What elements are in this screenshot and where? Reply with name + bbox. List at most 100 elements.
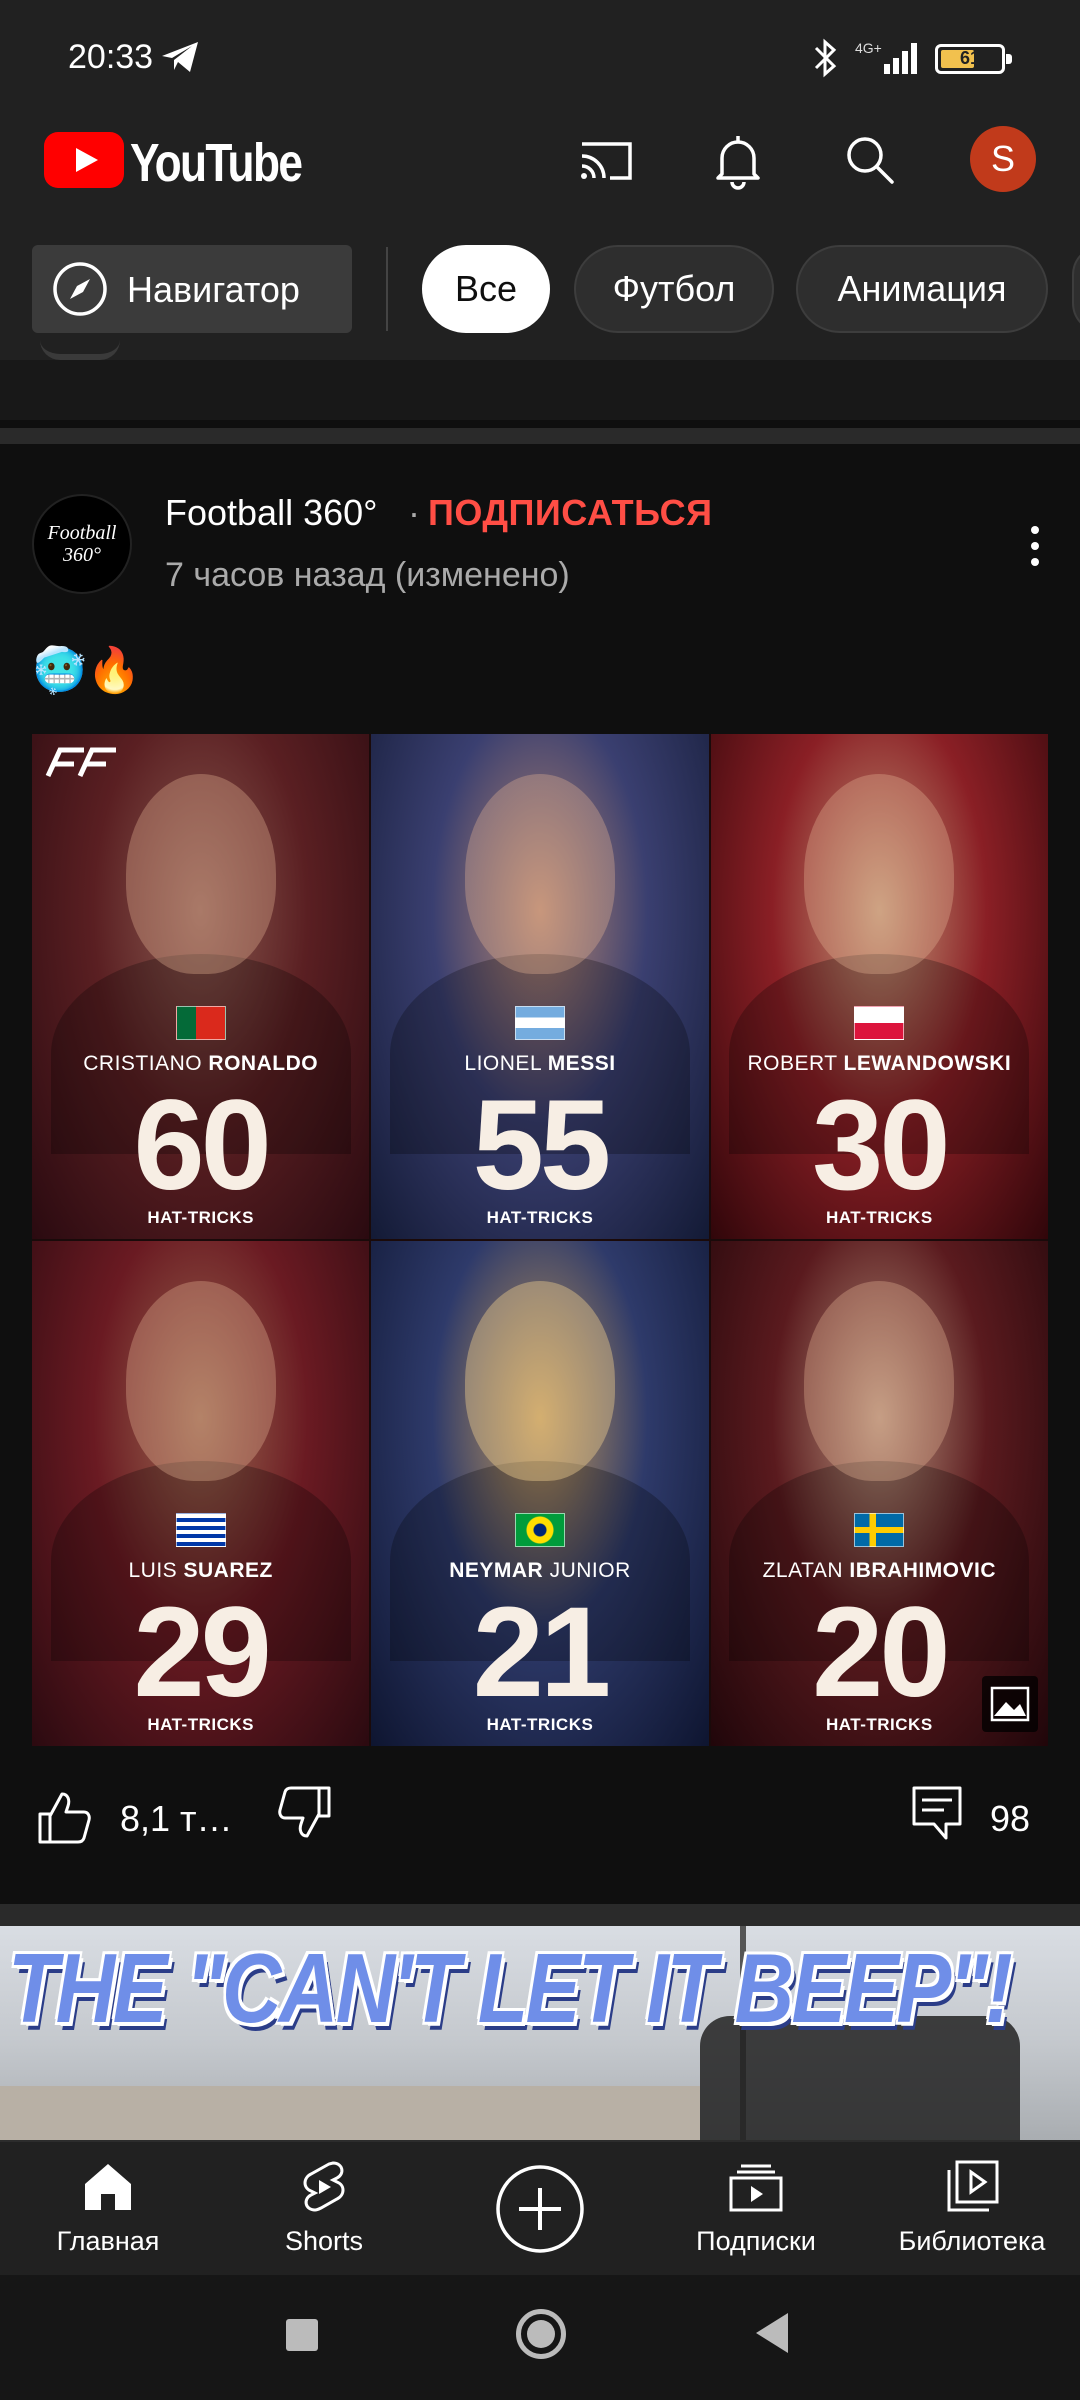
nav-library-label: Библиотека [898, 2226, 1046, 2256]
back-icon[interactable] [756, 2313, 788, 2353]
hat-tricks-caption: HAT-TRICKS [147, 1715, 254, 1734]
feed-separator [0, 1904, 1080, 1926]
player-hat-trick-count: 60 [133, 1074, 271, 1217]
comment-icon[interactable] [910, 1784, 964, 1842]
post-actions: 8,1 т… 98 [0, 1774, 1080, 1864]
chip-divider [386, 247, 388, 331]
player-name: LUIS SUAREZ [128, 1559, 273, 1582]
player-name: LIONEL MESSI [464, 1052, 616, 1075]
channel-avatar[interactable]: Football 360° [32, 494, 132, 594]
compass-icon [53, 262, 107, 316]
youtube-wordmark[interactable]: YouTube [130, 132, 303, 194]
home-icon [85, 2164, 131, 2210]
player-hat-trick-count: 55 [472, 1074, 611, 1217]
hat-tricks-caption: HAT-TRICKS [486, 1715, 594, 1734]
nav-shorts-label: Shorts [284, 2226, 364, 2256]
chip-animation[interactable]: Анимация [796, 245, 1048, 333]
system-navigation-bar [0, 2275, 1080, 2400]
player-hat-trick-count: 30 [812, 1074, 950, 1217]
status-bar: 20:33 4G+ 61 [0, 0, 1080, 110]
previous-item-edge [40, 340, 120, 360]
shorts-icon [303, 2161, 345, 2212]
feed-separator [0, 428, 1080, 444]
post-image[interactable]: CRISTIANO RONALDO 60 HAT-TRICKS LIONEL M… [32, 734, 1048, 1746]
player-card: LUIS SUAREZ 29 HAT-TRICKS [32, 1241, 370, 1746]
battery-level: 61 [959, 48, 981, 68]
signal-icon [884, 43, 917, 74]
player-card: ROBERT LEWANDOWSKI 30 HAT-TRICKS [710, 734, 1048, 1239]
home-button-icon[interactable] [516, 2309, 566, 2359]
hat-tricks-caption: HAT-TRICKS [825, 1208, 933, 1227]
player-name: CRISTIANO RONALDO [83, 1052, 319, 1075]
player-photo [125, 774, 276, 974]
status-time: 20:33 [68, 38, 154, 76]
channel-name[interactable]: Football 360° [165, 492, 378, 534]
comment-count: 98 [990, 1798, 1031, 1839]
thumbnail-background [0, 2086, 700, 2140]
thumbnail-title-text: THE "CAN'T LET IT BEEP"! [8, 1933, 1013, 2043]
nav-library[interactable]: Библиотека [872, 2158, 1072, 2268]
player-hat-trick-count: 21 [472, 1581, 611, 1724]
chip-all[interactable]: Все [422, 245, 550, 333]
player-hat-trick-count: 29 [133, 1581, 271, 1724]
bell-icon[interactable] [706, 128, 770, 192]
post-timestamp: 7 часов назад (изменено) [165, 556, 570, 594]
player-card: CRISTIANO RONALDO 60 HAT-TRICKS [32, 734, 370, 1239]
filter-chips-bar: Навигатор Все Футбол Анимация [0, 235, 1080, 360]
post-text: 🥶🔥 [32, 646, 142, 695]
account-avatar[interactable]: S [970, 126, 1036, 192]
player-photo [125, 1281, 276, 1481]
network-type: 4G+ [855, 40, 882, 56]
player-photo [804, 1281, 955, 1481]
flag-sweden [854, 1513, 905, 1547]
community-post: Football 360° Football 360° · ПОДПИСАТЬС… [0, 444, 1080, 1904]
flag-uruguay [175, 1513, 226, 1547]
like-count: 8,1 т… [120, 1798, 233, 1839]
hat-tricks-caption: HAT-TRICKS [486, 1208, 594, 1227]
library-icon [947, 2160, 999, 2212]
flag-argentina [514, 1006, 565, 1040]
dot-separator: · [408, 492, 420, 533]
cast-icon[interactable] [574, 128, 638, 192]
like-icon[interactable] [34, 1788, 94, 1848]
player-photo [804, 774, 955, 974]
subscribe-button[interactable]: ПОДПИСАТЬСЯ [428, 492, 712, 534]
channel-avatar-text: Football 360° [47, 522, 117, 566]
nav-subscriptions[interactable]: Подписки [656, 2158, 856, 2268]
flag-poland [854, 1006, 905, 1040]
hat-tricks-caption: HAT-TRICKS [147, 1208, 254, 1227]
player-name: ZLATAN IBRAHIMOVIC [762, 1559, 997, 1582]
search-icon[interactable] [838, 128, 902, 192]
player-photo [464, 1281, 615, 1481]
chip-partial[interactable] [1072, 245, 1080, 333]
nav-subscriptions-label: Подписки [696, 2226, 816, 2256]
image-gallery-icon[interactable] [982, 1676, 1038, 1732]
nav-home-label: Главная [56, 2226, 160, 2256]
bluetooth-icon [814, 38, 837, 78]
player-photo [464, 774, 615, 974]
flag-brazil [514, 1513, 565, 1547]
explore-chip-label: Навигатор [127, 269, 300, 310]
dislike-icon[interactable] [275, 1782, 335, 1842]
player-card: LIONEL MESSI 55 HAT-TRICKS [371, 734, 709, 1239]
player-name: NEYMAR JUNIOR [449, 1559, 631, 1582]
previous-item-remnant [0, 354, 1080, 420]
recent-apps-icon[interactable] [286, 2319, 318, 2351]
nav-shorts[interactable]: Shorts [224, 2158, 424, 2268]
next-video-thumbnail[interactable]: THE "CAN'T LET IT BEEP"! [0, 1926, 1080, 2140]
nav-home[interactable]: Главная [8, 2158, 208, 2268]
bottom-navigation: Главная Shorts Подписки Библиотека [0, 2140, 1080, 2275]
player-card: ZLATAN IBRAHIMOVIC 20 HAT-TRICKS [710, 1241, 1048, 1746]
create-icon[interactable] [495, 2164, 585, 2254]
youtube-logo-icon[interactable] [44, 132, 124, 188]
subscriptions-icon [729, 2164, 783, 2212]
battery-icon: 61 [935, 44, 1012, 74]
explore-chip[interactable]: Навигатор [32, 245, 352, 333]
chip-football[interactable]: Футбол [574, 245, 774, 333]
telegram-icon [162, 42, 198, 72]
flag-portugal [175, 1006, 226, 1040]
top-app-bar: YouTube S [0, 110, 1080, 235]
player-name: ROBERT LEWANDOWSKI [747, 1052, 1012, 1075]
ff-logo-icon [45, 747, 116, 778]
more-options-icon[interactable] [1020, 522, 1050, 570]
